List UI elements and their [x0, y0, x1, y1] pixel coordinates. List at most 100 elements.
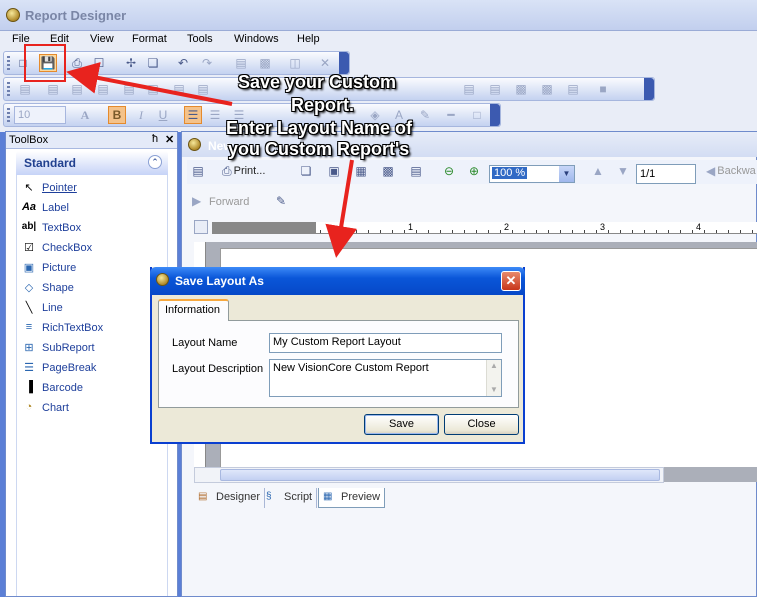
find-icon[interactable]: ▣: [325, 162, 343, 180]
snap-icon[interactable]: ▤: [564, 80, 582, 98]
page-down-icon[interactable]: ▼: [614, 162, 632, 180]
toolbox-header: ToolBox ħ ✕: [6, 132, 177, 149]
ruler-number: 2: [504, 222, 510, 232]
print-label: Print...: [233, 165, 266, 177]
line-style-icon[interactable]: ━: [442, 106, 460, 124]
align-bottom-icon[interactable]: ▤: [144, 80, 162, 98]
continuous-icon[interactable]: ▤: [407, 162, 425, 180]
align-center-icon[interactable]: ▤: [44, 80, 62, 98]
menu-tools[interactable]: Tools: [187, 33, 213, 45]
copy-icon[interactable]: ❏: [144, 54, 162, 72]
menu-windows[interactable]: Windows: [234, 33, 279, 45]
group-icon[interactable]: ▩: [256, 54, 274, 72]
annotation-icon[interactable]: ✎: [272, 192, 290, 210]
scrollbar-thumb[interactable]: [220, 469, 660, 481]
layout-description-value: New VisionCore Custom Report: [273, 362, 429, 374]
dialog-caption: Save Layout As ✕: [150, 267, 525, 295]
label-icon: Aa: [21, 201, 37, 213]
backward-icon: ◀: [706, 164, 716, 178]
bring-front-icon[interactable]: ▩: [512, 80, 530, 98]
italic-button[interactable]: I: [132, 106, 150, 124]
menu-view[interactable]: View: [90, 33, 114, 45]
border-icon[interactable]: □: [468, 106, 486, 124]
redo-icon[interactable]: ↷: [198, 54, 216, 72]
same-width-icon[interactable]: ▤: [170, 80, 188, 98]
close-icon[interactable]: ✕: [165, 133, 174, 146]
ruler-corner: [194, 220, 208, 234]
align-icon[interactable]: ▤: [232, 54, 250, 72]
pin-icon[interactable]: ħ: [152, 133, 158, 145]
toolbox-item-label: Chart: [42, 402, 69, 414]
align-middle-icon[interactable]: ▤: [120, 80, 138, 98]
zoom-out-icon[interactable]: ⊖: [440, 162, 458, 180]
zoom-in-icon[interactable]: ⊕: [465, 162, 483, 180]
text-align-center-icon[interactable]: ☰: [206, 106, 224, 124]
same-height-icon[interactable]: ▤: [194, 80, 212, 98]
font-size-select[interactable]: 10: [14, 106, 66, 124]
text-align-left-icon[interactable]: ☰: [184, 106, 202, 124]
single-page-icon[interactable]: ▦: [352, 162, 370, 180]
align-left-icon[interactable]: ▤: [16, 80, 34, 98]
tab-label: Preview: [341, 491, 381, 503]
paste-icon[interactable]: ◫: [286, 54, 304, 72]
page-up-icon[interactable]: ▲: [589, 162, 607, 180]
underline-button[interactable]: U: [154, 106, 172, 124]
align-right-icon[interactable]: ▤: [68, 80, 86, 98]
menu-format[interactable]: Format: [132, 33, 167, 45]
toolbox-group-standard[interactable]: Standard ⌃: [16, 151, 168, 175]
layout-description-textarea[interactable]: New VisionCore Custom Report ▲ ▼: [269, 359, 502, 397]
send-back-icon[interactable]: ▩: [538, 80, 556, 98]
undo-icon[interactable]: ↶: [174, 54, 192, 72]
dialog-title: Save Layout As: [175, 274, 264, 288]
toolbar-overflow-icon[interactable]: [490, 104, 500, 126]
cut-icon[interactable]: ✢: [122, 54, 140, 72]
chevron-down-icon[interactable]: ▼: [559, 166, 574, 182]
spacing-icon[interactable]: ▤: [460, 80, 478, 98]
ruler-margin: [212, 222, 316, 234]
lock-icon[interactable]: ■: [594, 80, 612, 98]
layout-description-label: Layout Description: [172, 363, 264, 375]
font-color-button[interactable]: A: [76, 106, 94, 124]
tab-preview[interactable]: ▦ Preview: [318, 488, 386, 508]
multi-page-icon[interactable]: ▩: [379, 162, 397, 180]
tab-information[interactable]: Information: [158, 299, 229, 321]
print-preview-icon[interactable]: ☐: [90, 54, 108, 72]
toolbar-overflow-icon[interactable]: [339, 52, 349, 74]
save-highlight-box: [24, 44, 66, 82]
bold-button[interactable]: B: [108, 106, 126, 124]
page-number-input[interactable]: 1/1: [636, 164, 696, 184]
table-of-contents-icon[interactable]: ▤: [189, 162, 207, 180]
collapse-chevron-icon[interactable]: ⌃: [148, 155, 162, 169]
tab-script[interactable]: § Script: [262, 488, 318, 508]
textarea-scrollbar[interactable]: ▲ ▼: [486, 360, 501, 396]
menu-help[interactable]: Help: [297, 33, 320, 45]
dialog-close-icon[interactable]: ✕: [501, 271, 521, 291]
layout-name-input[interactable]: My Custom Report Layout: [269, 333, 502, 353]
backward-button[interactable]: ◀ Backwa: [705, 162, 757, 180]
print-button[interactable]: ⎙ Print...: [221, 162, 281, 180]
print-icon[interactable]: ⎙: [68, 54, 86, 72]
spacing-icon[interactable]: ▤: [486, 80, 504, 98]
delete-icon[interactable]: ✕: [316, 54, 334, 72]
toolbar-overflow-icon[interactable]: [644, 78, 654, 100]
zoom-select[interactable]: 100 % ▼: [489, 165, 575, 183]
printer-icon: ⎙: [222, 163, 232, 178]
save-button[interactable]: Save: [364, 414, 439, 435]
toolbox-item-label: RichTextBox: [42, 322, 104, 334]
toolbox-item-label: Label: [42, 202, 69, 214]
designer-icon: ▤: [198, 491, 208, 502]
preview-icon: ▦: [323, 491, 333, 502]
copy-icon[interactable]: ❏: [297, 162, 315, 180]
tab-label: Designer: [216, 491, 261, 503]
toolbar-grip[interactable]: [7, 56, 10, 71]
toolbox-item-label: Pointer: [42, 182, 77, 194]
toolbar-grip[interactable]: [7, 82, 10, 97]
horizontal-scrollbar[interactable]: [194, 467, 664, 483]
tab-designer[interactable]: ▤ Designer: [194, 488, 266, 508]
group-title: Standard: [24, 156, 77, 170]
line-color-icon[interactable]: ✎: [416, 106, 434, 124]
toolbar-grip[interactable]: [7, 108, 10, 123]
align-top-icon[interactable]: ▤: [94, 80, 112, 98]
close-button[interactable]: Close: [444, 414, 519, 435]
forward-button[interactable]: ▶ Forward: [190, 192, 262, 212]
